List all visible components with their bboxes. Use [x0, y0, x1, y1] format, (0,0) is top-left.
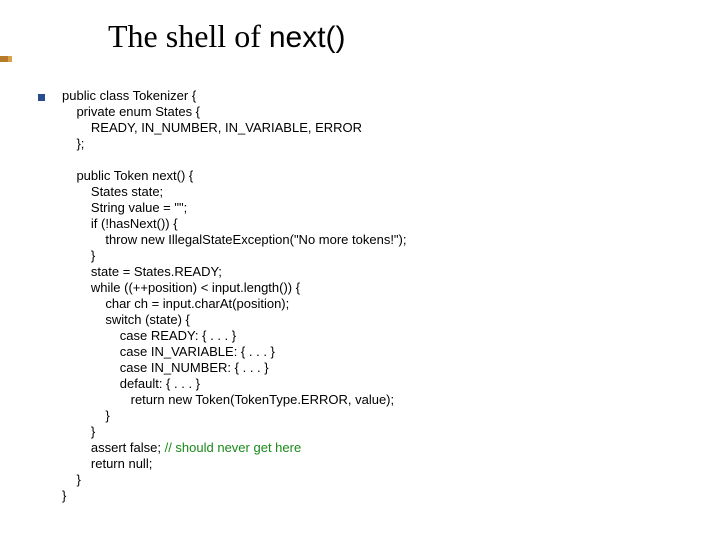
- code-line: States state;: [62, 184, 163, 199]
- slide-title: The shell of next(): [108, 18, 346, 55]
- code-line: }: [62, 488, 66, 503]
- code-line: }: [62, 424, 95, 439]
- accent-bar-light: [8, 56, 12, 62]
- code-line: throw new IllegalStateException("No more…: [62, 232, 407, 247]
- code-line: public class Tokenizer {: [62, 88, 196, 103]
- code-line: private enum States {: [62, 104, 200, 119]
- code-line: };: [62, 136, 84, 151]
- code-line: return null;: [62, 456, 152, 471]
- title-prefix: The shell of: [108, 18, 269, 54]
- title-function: next(): [269, 21, 346, 54]
- code-line: assert false;: [62, 440, 165, 455]
- code-line: public Token next() {: [62, 168, 193, 183]
- code-comment: // should never get here: [165, 440, 302, 455]
- code-line: }: [62, 408, 110, 423]
- code-block: public class Tokenizer { private enum St…: [62, 88, 407, 504]
- code-line: default: { . . . }: [62, 376, 200, 391]
- code-line: while ((++position) < input.length()) {: [62, 280, 300, 295]
- code-line: char ch = input.charAt(position);: [62, 296, 289, 311]
- bullet-icon: [38, 94, 45, 101]
- code-line: state = States.READY;: [62, 264, 222, 279]
- code-line: }: [62, 472, 81, 487]
- code-line: case READY: { . . . }: [62, 328, 236, 343]
- code-line: switch (state) {: [62, 312, 190, 327]
- code-line: }: [62, 248, 95, 263]
- code-line: return new Token(TokenType.ERROR, value)…: [62, 392, 394, 407]
- code-line: case IN_VARIABLE: { . . . }: [62, 344, 275, 359]
- code-line: case IN_NUMBER: { . . . }: [62, 360, 269, 375]
- code-line: READY, IN_NUMBER, IN_VARIABLE, ERROR: [62, 120, 362, 135]
- accent-bar-dark: [0, 56, 8, 62]
- code-line: String value = "";: [62, 200, 187, 215]
- code-line: if (!hasNext()) {: [62, 216, 178, 231]
